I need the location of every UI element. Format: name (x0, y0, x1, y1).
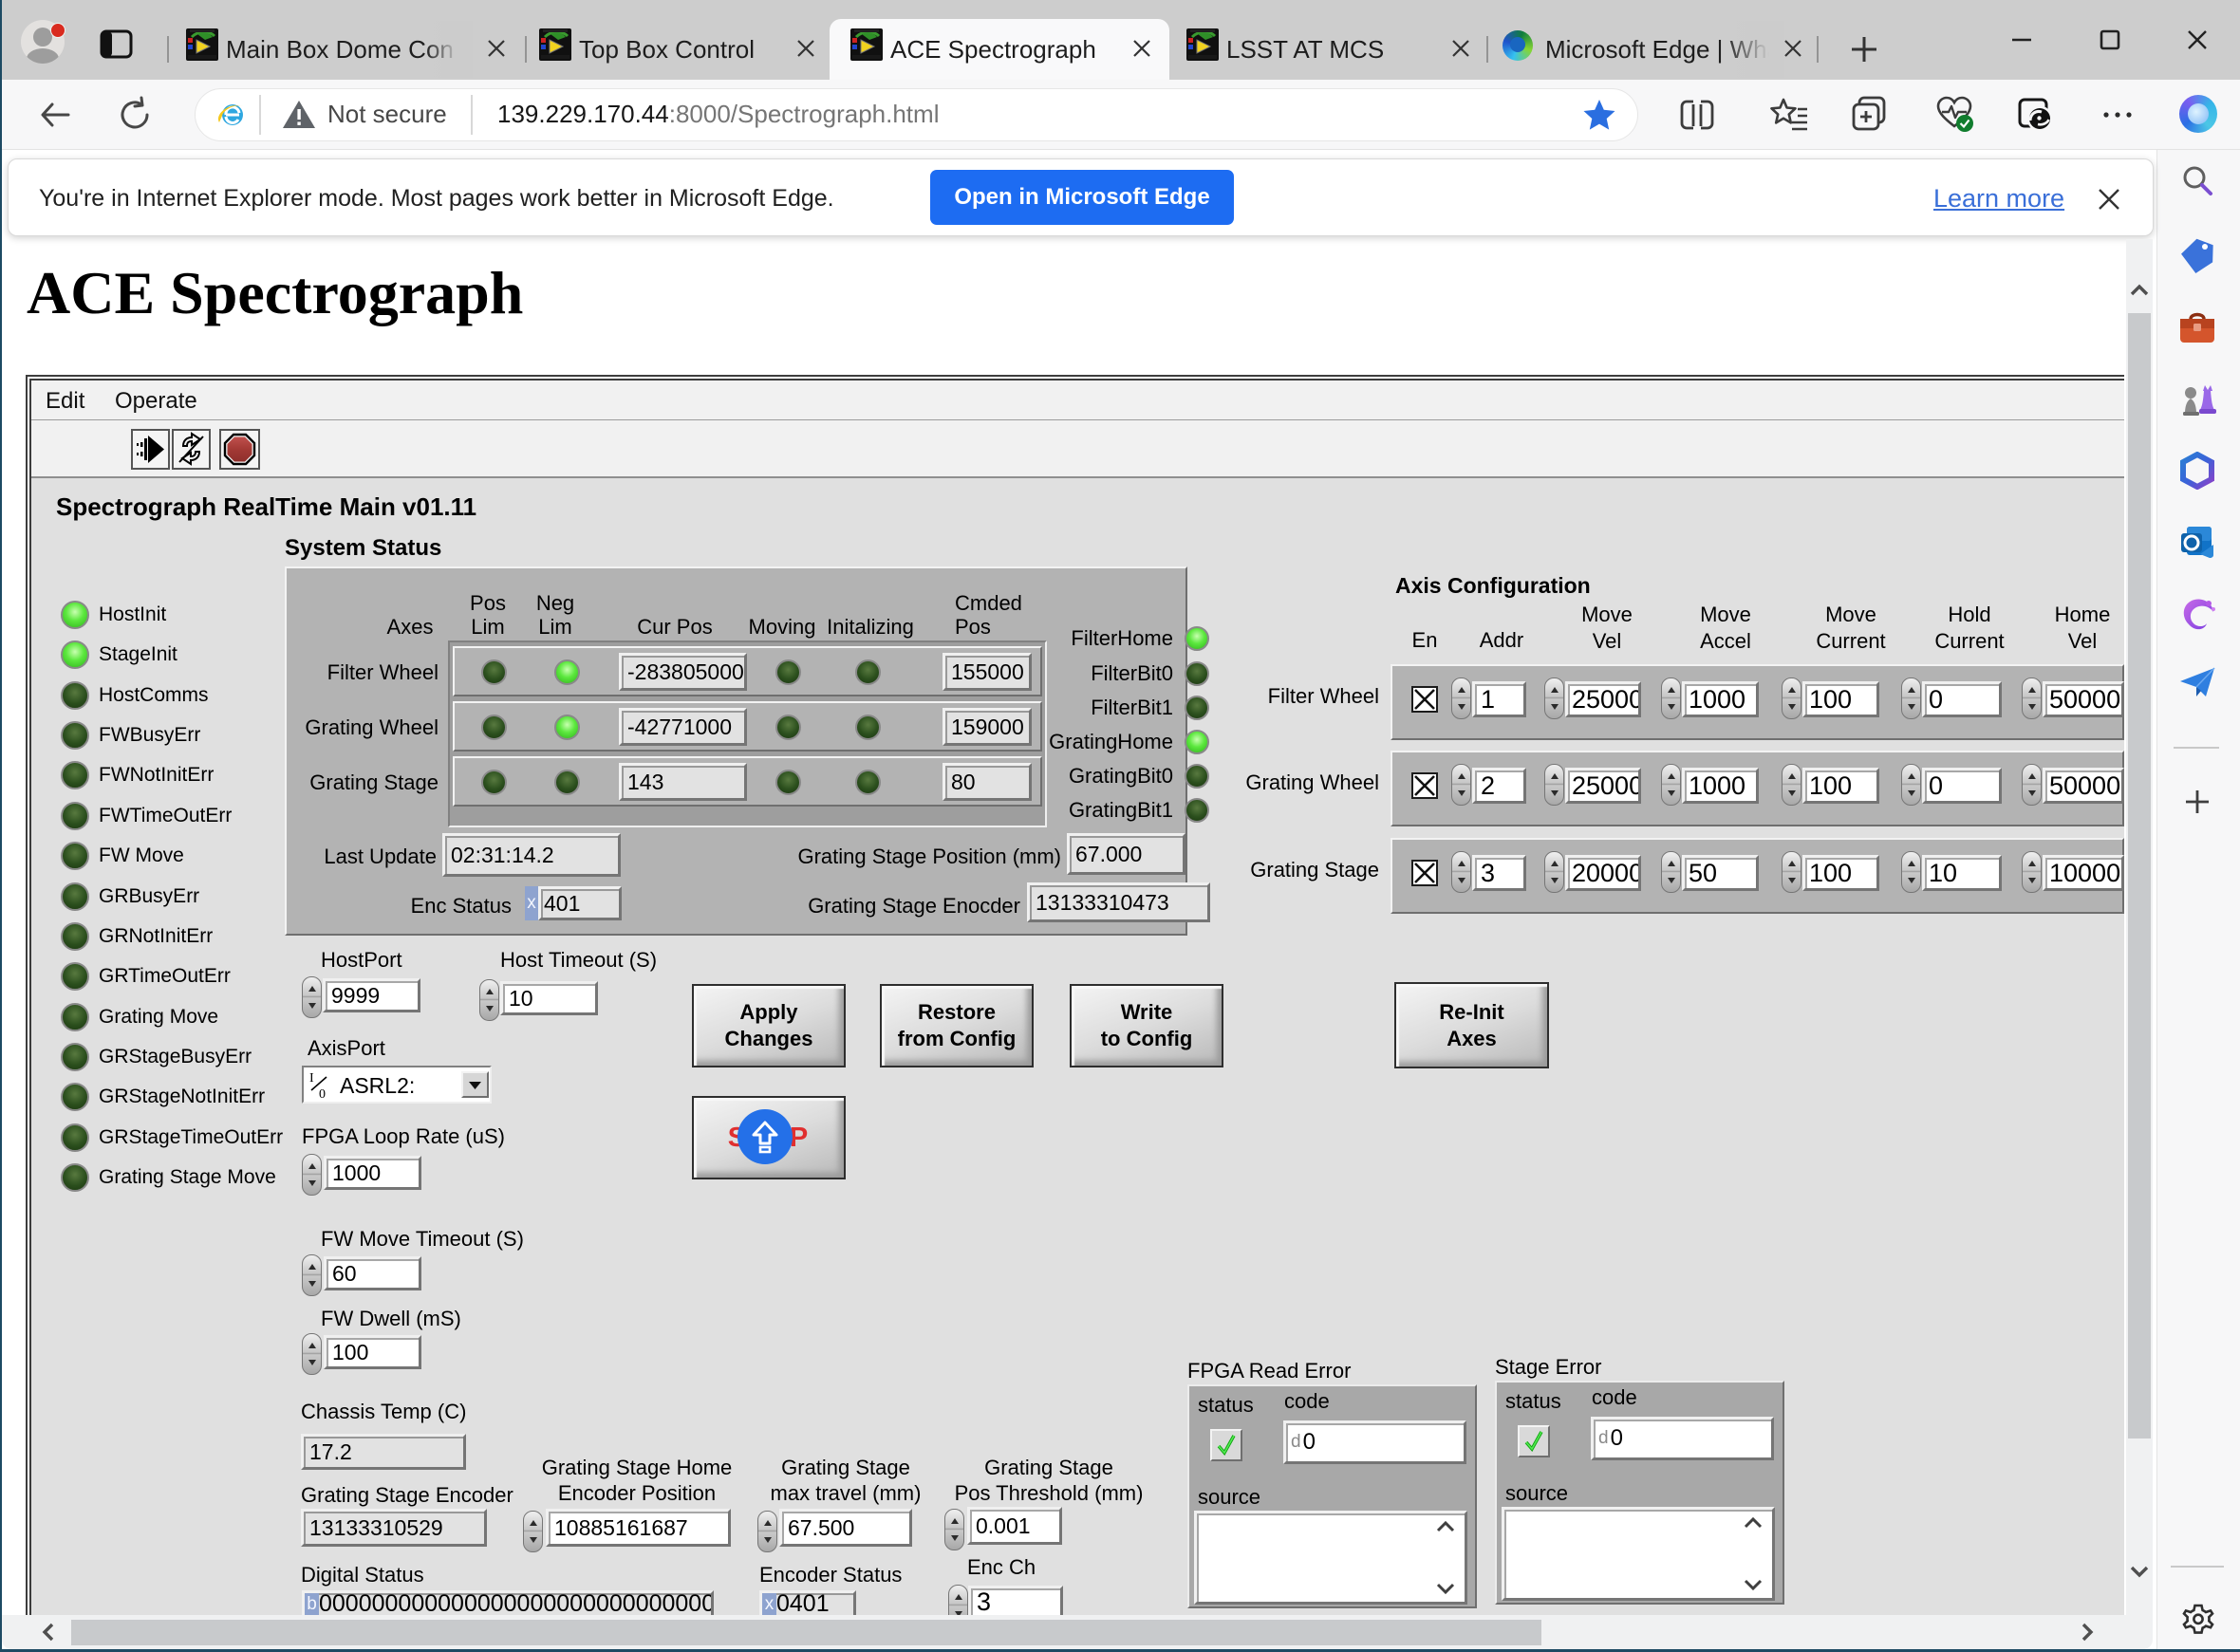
svg-text:I: I (309, 1071, 314, 1086)
svg-text:0: 0 (319, 1087, 326, 1100)
